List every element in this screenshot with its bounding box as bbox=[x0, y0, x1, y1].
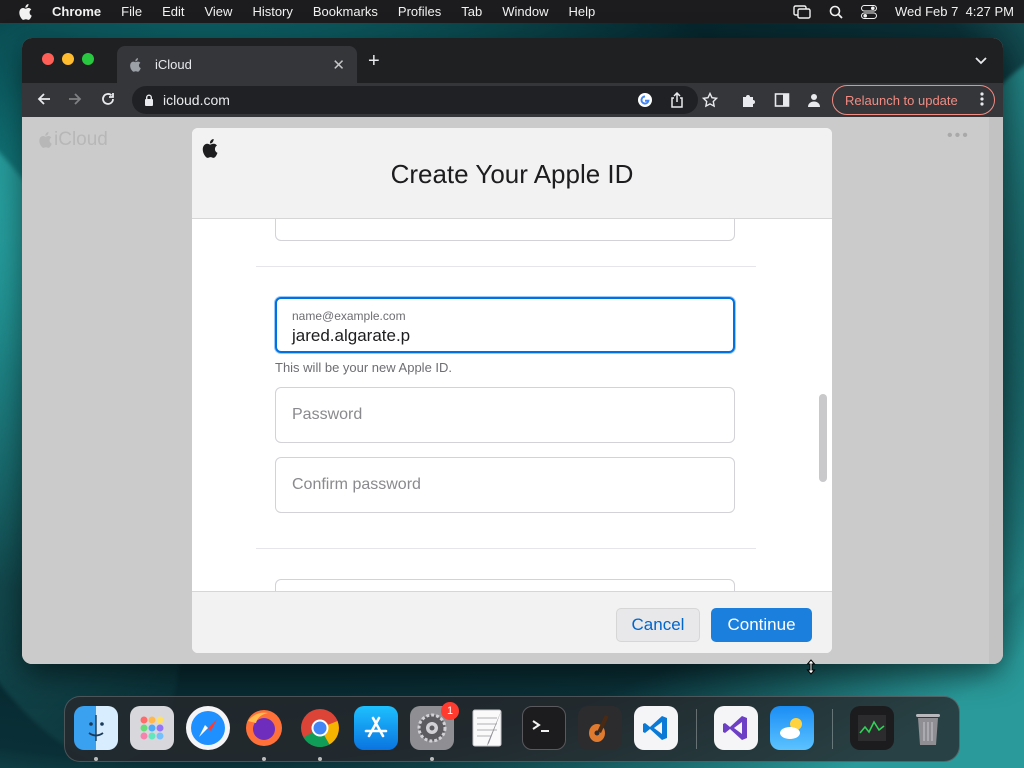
email-placeholder-label: name@example.com bbox=[292, 309, 406, 323]
address-bar[interactable]: icloud.com bbox=[132, 86, 698, 114]
menu-view[interactable]: View bbox=[204, 4, 232, 19]
screen-mirroring-icon[interactable] bbox=[793, 4, 811, 19]
share-icon[interactable] bbox=[670, 91, 684, 113]
app-store-icon[interactable] bbox=[354, 706, 398, 750]
reload-icon[interactable] bbox=[100, 91, 116, 112]
dock-separator bbox=[696, 709, 697, 749]
page-more-icon[interactable]: ••• bbox=[947, 127, 970, 145]
resize-cursor-icon bbox=[806, 659, 816, 680]
menu-bookmarks[interactable]: Bookmarks bbox=[313, 4, 378, 19]
extensions-puzzle-icon[interactable] bbox=[741, 92, 757, 113]
bookmark-star-icon[interactable] bbox=[701, 91, 719, 113]
browser-window: iCloud ✕ + icloud.com Relaunch to update… bbox=[22, 38, 1003, 664]
menu-edit[interactable]: Edit bbox=[162, 4, 184, 19]
dialog-scrollbar[interactable] bbox=[819, 394, 827, 482]
new-tab-icon[interactable]: + bbox=[368, 50, 380, 73]
vscode-icon[interactable] bbox=[634, 706, 678, 750]
menu-profiles[interactable]: Profiles bbox=[398, 4, 441, 19]
apple-menu-icon[interactable] bbox=[18, 3, 34, 20]
cancel-button[interactable]: Cancel bbox=[616, 608, 700, 642]
google-lens-icon[interactable] bbox=[637, 92, 653, 113]
icloud-logo: iCloud bbox=[38, 129, 108, 151]
previous-field-partial[interactable] bbox=[275, 219, 735, 241]
textedit-icon[interactable] bbox=[466, 706, 510, 750]
section-divider bbox=[256, 266, 756, 267]
menu-file[interactable]: File bbox=[121, 4, 142, 19]
terminal-icon[interactable] bbox=[522, 706, 566, 750]
minimize-window-button[interactable] bbox=[62, 53, 74, 65]
dock: 1 bbox=[64, 696, 960, 762]
garageband-icon[interactable] bbox=[578, 706, 622, 750]
dialog-footer: Cancel Continue bbox=[192, 591, 832, 653]
side-panel-icon[interactable] bbox=[774, 92, 790, 113]
apple-logo-icon bbox=[39, 132, 52, 148]
forward-arrow-icon[interactable] bbox=[67, 91, 83, 112]
relaunch-to-update-button[interactable]: Relaunch to update bbox=[832, 85, 995, 115]
back-arrow-icon[interactable] bbox=[36, 91, 52, 112]
menu-history[interactable]: History bbox=[252, 4, 292, 19]
lock-icon[interactable] bbox=[144, 94, 154, 106]
tab-icloud[interactable]: iCloud ✕ bbox=[117, 46, 357, 83]
create-apple-id-dialog: Create Your Apple ID name@example.com ja… bbox=[192, 128, 832, 653]
dock-separator bbox=[832, 709, 833, 749]
email-value: jared.algarate.p bbox=[292, 326, 411, 345]
menubar-clock[interactable]: Wed Feb 7 4:27 PM bbox=[895, 4, 1014, 19]
menu-help[interactable]: Help bbox=[569, 4, 596, 19]
next-field-partial[interactable] bbox=[275, 579, 735, 591]
more-vertical-icon[interactable] bbox=[980, 91, 984, 110]
firefox-icon[interactable] bbox=[242, 706, 286, 750]
chrome-running-indicator bbox=[318, 757, 322, 761]
relaunch-label: Relaunch to update bbox=[845, 92, 958, 108]
tab-strip: iCloud ✕ + bbox=[22, 38, 1003, 83]
icloud-logo-text: iCloud bbox=[54, 129, 108, 150]
chrome-icon[interactable] bbox=[298, 706, 342, 750]
dialog-header: Create Your Apple ID bbox=[192, 128, 832, 219]
apple-favicon-icon bbox=[129, 57, 145, 72]
weather-icon[interactable] bbox=[770, 706, 814, 750]
email-helper-text: This will be your new Apple ID. bbox=[275, 360, 453, 375]
email-field[interactable]: name@example.com jared.algarate.p bbox=[275, 297, 735, 353]
spotlight-search-icon[interactable] bbox=[829, 5, 843, 19]
menu-bar: Chrome File Edit View History Bookmarks … bbox=[0, 0, 1024, 23]
dialog-title: Create Your Apple ID bbox=[390, 159, 634, 189]
activity-monitor-icon[interactable] bbox=[850, 706, 894, 750]
system-preferences-badge: 1 bbox=[441, 702, 459, 720]
finder-icon[interactable] bbox=[74, 706, 118, 750]
finder-running-indicator bbox=[94, 757, 98, 761]
password-field[interactable]: Password bbox=[275, 387, 735, 443]
visual-studio-icon[interactable] bbox=[714, 706, 758, 750]
continue-button[interactable]: Continue bbox=[711, 608, 812, 642]
browser-toolbar: icloud.com Relaunch to update bbox=[22, 83, 1003, 117]
system-preferences-running-indicator bbox=[430, 757, 434, 761]
url-text: icloud.com bbox=[163, 92, 230, 108]
page-content: iCloud ••• Create Your Apple ID name@exa… bbox=[22, 117, 1003, 664]
dialog-form: name@example.com jared.algarate.p This w… bbox=[192, 219, 832, 591]
launchpad-icon[interactable] bbox=[130, 706, 174, 750]
close-window-button[interactable] bbox=[42, 53, 54, 65]
trash-icon[interactable] bbox=[906, 706, 950, 750]
confirm-password-field[interactable]: Confirm password bbox=[275, 457, 735, 513]
tab-search-chevron-icon[interactable] bbox=[975, 52, 987, 70]
control-center-icon[interactable] bbox=[861, 4, 877, 19]
firefox-running-indicator bbox=[262, 757, 266, 761]
profile-avatar-icon[interactable] bbox=[806, 92, 822, 113]
safari-icon[interactable] bbox=[186, 706, 230, 750]
menu-tab[interactable]: Tab bbox=[461, 4, 482, 19]
page-scrollbar[interactable] bbox=[989, 117, 1003, 664]
menu-app-name[interactable]: Chrome bbox=[52, 4, 101, 19]
section-divider bbox=[256, 548, 756, 549]
menu-window[interactable]: Window bbox=[502, 4, 548, 19]
tab-title: iCloud bbox=[155, 57, 192, 72]
close-tab-icon[interactable]: ✕ bbox=[332, 56, 345, 74]
maximize-window-button[interactable] bbox=[82, 53, 94, 65]
password-placeholder: Password bbox=[292, 406, 363, 423]
confirm-password-placeholder: Confirm password bbox=[292, 476, 421, 493]
